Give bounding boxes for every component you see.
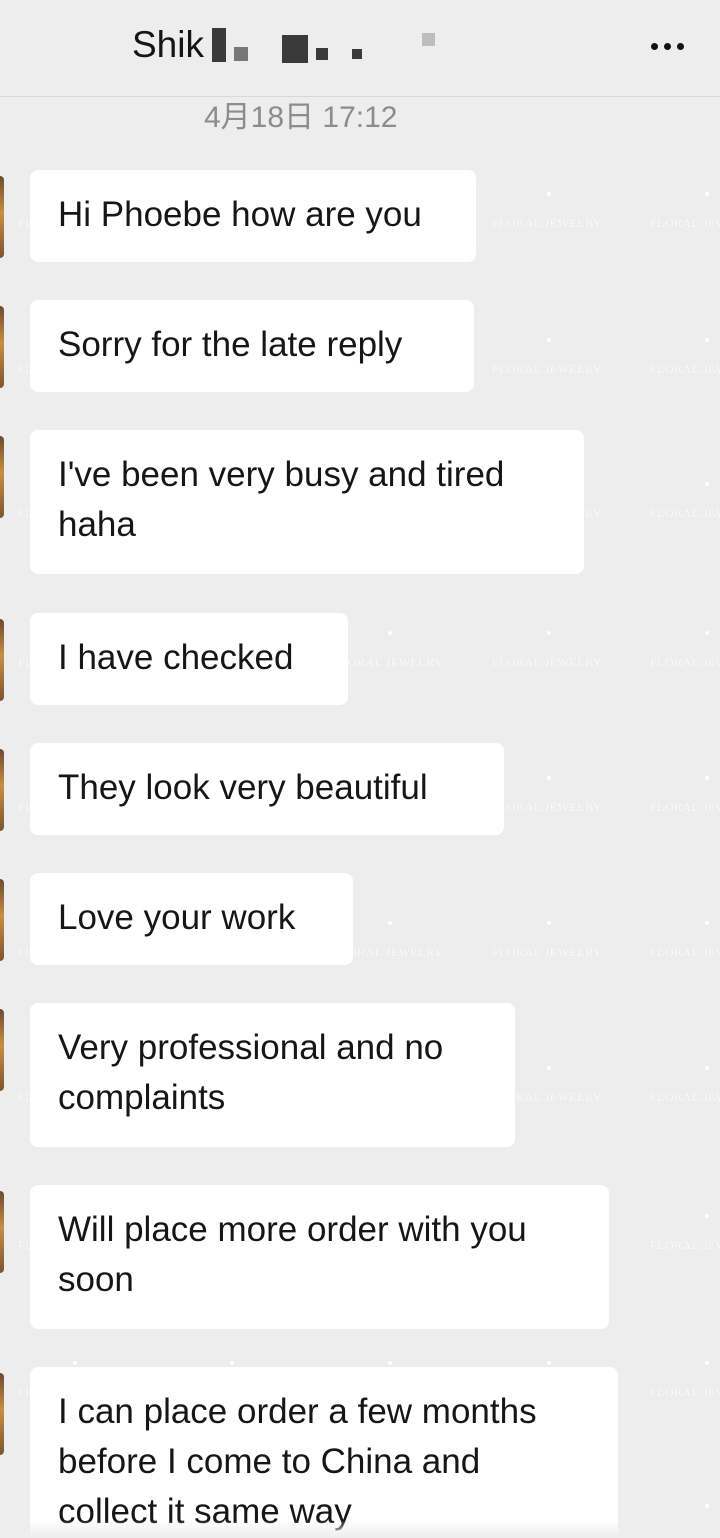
watermark-dot [547,192,551,196]
redaction-block [233,46,248,61]
watermark-dot [230,1361,234,1365]
watermark-text: FLORAL JEWELRY [492,362,603,376]
contact-avatar[interactable] [0,619,4,701]
contact-avatar[interactable] [0,306,4,388]
watermark-text: FLORAL JEWELRY [650,1238,720,1252]
watermark-dot [705,631,709,635]
watermark-dot [547,631,551,635]
chat-title: Shik [132,24,204,65]
message-bubble[interactable]: I can place order a few months before I c… [30,1367,618,1538]
watermark-text: FLORAL JEWELRY [650,1385,720,1399]
watermark-text: FLORAL JEWELRY [492,655,603,669]
watermark-text: FLORAL JEWELRY [492,800,603,814]
watermark-dot [388,921,392,925]
watermark-text: FLORAL JEWELRY [333,655,444,669]
watermark-dot [547,338,551,342]
message-bubble[interactable]: Love your work [30,873,353,965]
redaction-block [281,34,308,63]
contact-avatar[interactable] [0,1009,4,1091]
watermark-text: FLORAL JEWELRY [492,216,603,230]
watermark-dot [705,1361,709,1365]
watermark-dot [705,192,709,196]
watermark-dot [705,338,709,342]
message-bubble[interactable]: Sorry for the late reply [30,300,474,392]
watermark-dot [388,631,392,635]
message-bubble[interactable]: I have checked [30,613,348,705]
contact-avatar[interactable] [0,1373,4,1455]
redaction-block [421,33,435,46]
contact-avatar[interactable] [0,1191,4,1273]
watermark-dot [705,1214,709,1218]
more-horizontal-icon[interactable] [651,43,684,50]
watermark-dot [705,776,709,780]
message-bubble[interactable]: Will place more order with you soon [30,1185,609,1329]
watermark-text: FLORAL JEWELRY [650,800,720,814]
message-timestamp: 4月18日 17:12 [204,101,398,134]
watermark-text: FLORAL JEWELRY [492,945,603,959]
contact-avatar[interactable] [0,176,4,258]
watermark-dot [547,921,551,925]
watermark-dot [705,921,709,925]
watermark-dot [705,482,709,486]
watermark-dot [547,1361,551,1365]
watermark-text: FLORAL JEWELRY [650,1090,720,1104]
chat-title-wrap: Shik [132,26,435,63]
watermark-text: FLORAL JEWELRY [650,945,720,959]
watermark-dot [705,1504,709,1508]
redaction-block [211,27,226,62]
message-bubble[interactable]: Hi Phoebe how are you [30,170,476,262]
contact-avatar[interactable] [0,436,4,518]
watermark-dot [705,1066,709,1070]
message-bubble[interactable]: Very professional and no complaints [30,1003,515,1147]
contact-avatar[interactable] [0,879,4,961]
redaction-block [315,47,328,60]
message-bubble[interactable]: I've been very busy and tired haha [30,430,584,574]
watermark-text: FLORAL JEWELRY [650,655,720,669]
watermark-dot [388,1361,392,1365]
watermark-dot [547,776,551,780]
chat-screen: FLORAL JEWELRY FLORAL JEWELRY FLORAL JEWEL… [0,0,720,1538]
watermark-text: FLORAL JEWELRY [650,362,720,376]
watermark-dot [547,1066,551,1070]
bottom-fade [0,1520,720,1538]
watermark-text: FLORAL JEWELRY [650,506,720,520]
message-bubble[interactable]: They look very beautiful [30,743,504,835]
chat-header: Shik [0,0,720,97]
watermark-text: FLORAL JEWELRY [650,216,720,230]
contact-avatar[interactable] [0,749,4,831]
watermark-dot [73,1361,77,1365]
redaction-block [351,48,362,59]
